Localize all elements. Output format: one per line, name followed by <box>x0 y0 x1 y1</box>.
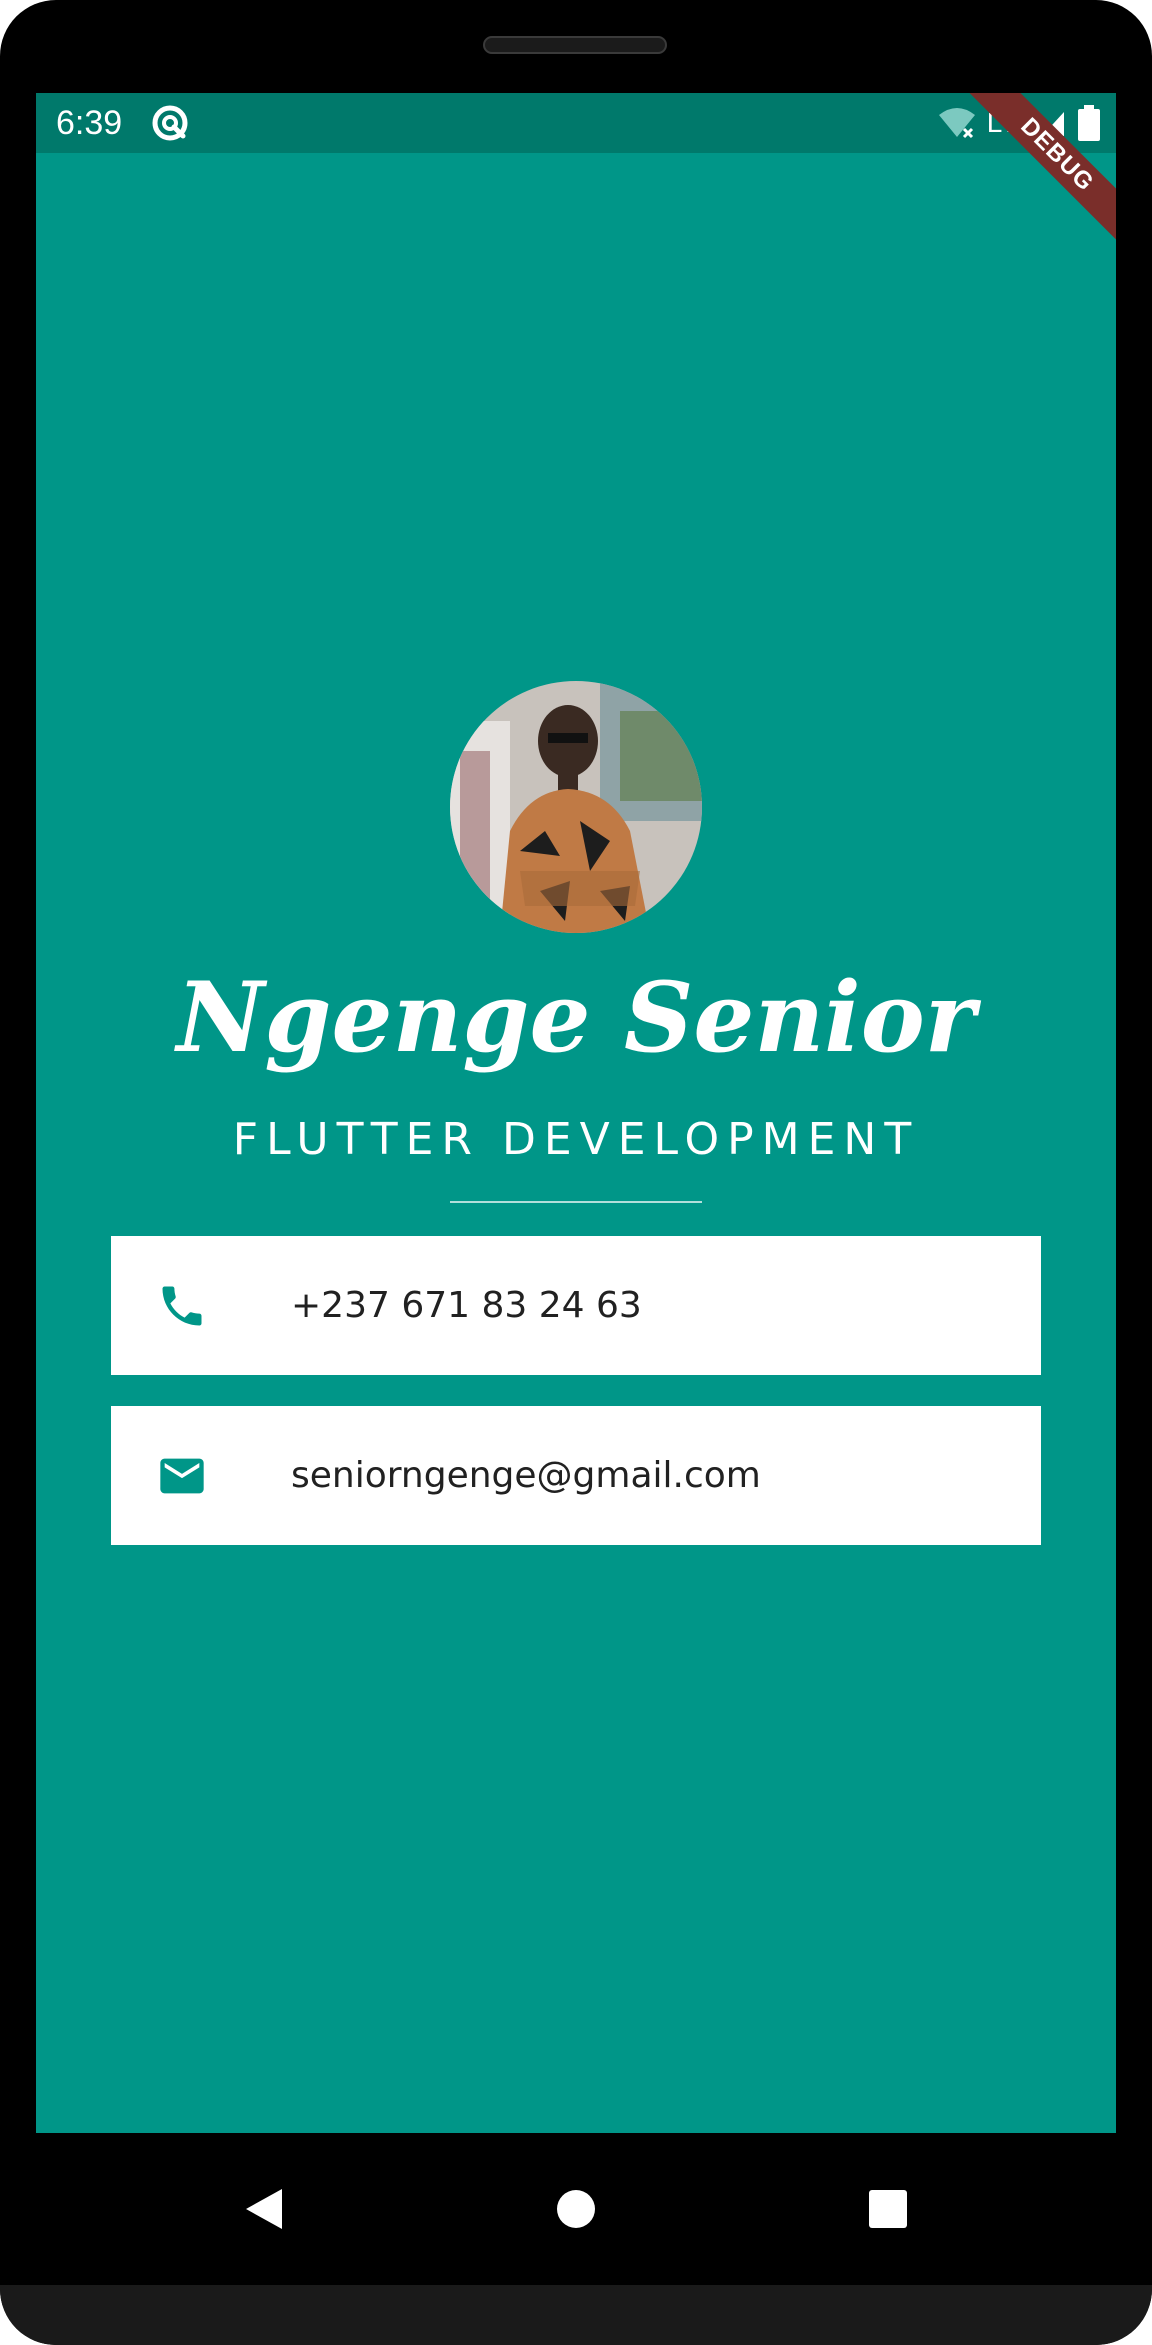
email-card[interactable]: seniorngenge@gmail.com <box>111 1406 1041 1545</box>
app-screen: 6:39 LTE DEBUG <box>36 93 1116 2133</box>
email-icon <box>160 1458 204 1494</box>
email-address: seniorngenge@gmail.com <box>291 1455 761 1496</box>
phone-icon <box>162 1286 202 1326</box>
profile-name: Ngenge Senior <box>176 961 976 1074</box>
recents-icon[interactable] <box>860 2181 916 2237</box>
profile-avatar <box>450 681 702 933</box>
home-icon[interactable] <box>548 2181 604 2237</box>
bottom-bezel <box>0 2285 1152 2345</box>
device-frame: 6:39 LTE DEBUG <box>0 0 1152 2345</box>
phone-card[interactable]: +237 671 83 24 63 <box>111 1236 1041 1375</box>
navigation-bar <box>0 2133 1152 2285</box>
phone-number: +237 671 83 24 63 <box>291 1285 642 1326</box>
earpiece-speaker <box>483 36 667 54</box>
profile-card: Ngenge Senior FLUTTER DEVELOPMENT +237 6… <box>36 93 1116 2133</box>
divider <box>450 1201 702 1203</box>
profile-photo <box>450 681 702 933</box>
back-icon[interactable] <box>236 2181 292 2237</box>
profile-title: FLUTTER DEVELOPMENT <box>232 1114 920 1165</box>
